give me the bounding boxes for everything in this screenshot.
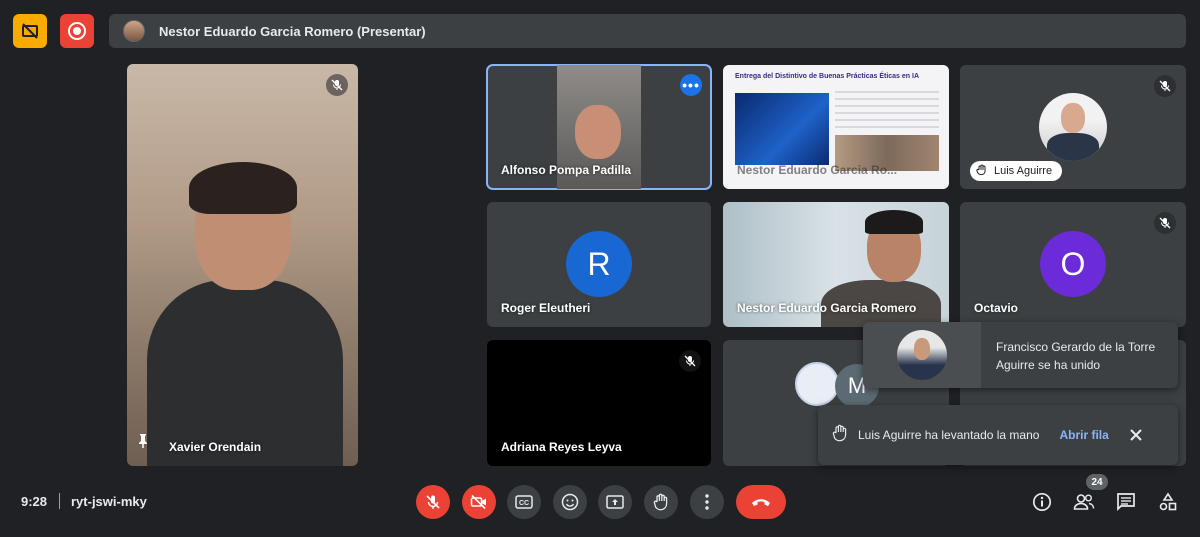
hand-raised-message: Luis Aguirre ha levantado la mano xyxy=(858,428,1040,442)
participant-tile-adriana[interactable]: Adriana Reyes Leyva xyxy=(487,340,711,466)
info-icon xyxy=(1032,492,1052,512)
join-notification: Francisco Gerardo de la Torre Aguirre se… xyxy=(863,322,1178,388)
mic-off-icon xyxy=(326,74,348,96)
closed-captions-icon: CC xyxy=(515,495,533,509)
participant-tile-nestor-camera[interactable]: Nestor Eduardo Garcia Romero xyxy=(723,202,949,327)
meeting-code: ryt-jswi-mky xyxy=(71,494,147,509)
participant-name: Roger Eleutheri xyxy=(501,301,591,315)
video-feed-hair xyxy=(865,210,923,234)
participant-tile-alfonso[interactable]: ••• Alfonso Pompa Padilla xyxy=(486,64,712,190)
avatar xyxy=(1039,93,1107,161)
more-options-button[interactable]: ••• xyxy=(680,74,702,96)
more-options-button[interactable] xyxy=(690,485,724,519)
meeting-details-button[interactable] xyxy=(1029,489,1055,515)
hand-raised-notification: Luis Aguirre ha levantado la mano Abrir … xyxy=(818,405,1178,465)
raise-hand-icon xyxy=(653,493,668,511)
joined-participant-photo xyxy=(863,322,981,388)
presentation-off-icon[interactable] xyxy=(13,14,47,48)
participants-button[interactable] xyxy=(1071,489,1097,515)
mic-toggle-button[interactable] xyxy=(416,485,450,519)
participant-name: Octavio xyxy=(974,301,1019,315)
raised-hand-chip[interactable]: Luis Aguirre xyxy=(970,161,1063,181)
participant-name: Adriana Reyes Leyva xyxy=(501,440,622,454)
mic-off-icon xyxy=(426,495,440,509)
activities-button[interactable] xyxy=(1155,489,1181,515)
chat-icon xyxy=(1117,493,1135,512)
join-message: Francisco Gerardo de la Torre Aguirre se… xyxy=(996,340,1156,372)
video-feed-hair xyxy=(189,162,297,214)
participant-name: Xavier Orendain xyxy=(169,440,262,454)
activities-icon xyxy=(1159,492,1177,511)
participant-tile-xavier[interactable]: Xavier Orendain xyxy=(127,64,358,466)
participant-tile-nestor-presentation[interactable]: Entrega del Distintivo de Buenas Práctic… xyxy=(723,65,949,189)
people-icon xyxy=(1073,494,1095,510)
participant-tile-octavio[interactable]: O Octavio xyxy=(960,202,1186,327)
participants-count-badge: 24 xyxy=(1086,474,1108,490)
emoji-icon xyxy=(561,493,579,511)
present-screen-button[interactable] xyxy=(598,485,632,519)
raise-hand-button[interactable] xyxy=(644,485,678,519)
divider xyxy=(59,493,60,509)
meet-window: Nestor Eduardo Garcia Romero (Presentar)… xyxy=(0,0,1200,537)
emoji-reactions-button[interactable] xyxy=(553,485,587,519)
participant-name: Nestor Eduardo Garcia Ro... xyxy=(737,163,898,177)
open-queue-link[interactable]: Abrir fila xyxy=(1059,428,1108,442)
participant-name: Nestor Eduardo Garcia Romero xyxy=(737,301,917,315)
slide-graphic xyxy=(735,93,829,165)
participant-name: Alfonso Pompa Padilla xyxy=(501,163,632,177)
mic-off-icon xyxy=(1154,212,1176,234)
participant-name: Luis Aguirre xyxy=(994,165,1053,177)
raised-hand-icon xyxy=(976,164,988,179)
slide-text-block xyxy=(835,91,939,131)
participant-tile-luis[interactable]: Luis Aguirre xyxy=(960,65,1186,189)
pin-icon[interactable] xyxy=(137,433,149,454)
captions-button[interactable]: CC xyxy=(507,485,541,519)
mic-off-icon xyxy=(679,350,701,372)
slide-title: Entrega del Distintivo de Buenas Práctic… xyxy=(735,73,920,80)
avatar: R xyxy=(566,231,632,297)
present-icon xyxy=(606,495,624,509)
avatar xyxy=(795,362,839,406)
avatar: O xyxy=(1040,231,1106,297)
recording-icon[interactable] xyxy=(60,14,94,48)
hang-up-icon xyxy=(752,499,770,506)
mic-off-icon xyxy=(1154,75,1176,97)
participant-tile-roger[interactable]: R Roger Eleutheri xyxy=(487,202,711,327)
camera-toggle-button[interactable] xyxy=(462,485,496,519)
presenter-banner[interactable]: Nestor Eduardo Garcia Romero (Presentar) xyxy=(109,14,1186,48)
svg-text:CC: CC xyxy=(519,500,529,507)
close-icon[interactable] xyxy=(1125,424,1147,446)
leave-call-button[interactable] xyxy=(736,485,786,519)
presenter-avatar xyxy=(123,20,145,42)
more-vert-icon xyxy=(705,494,709,510)
raised-hand-icon xyxy=(832,424,848,447)
presenter-label: Nestor Eduardo Garcia Romero (Presentar) xyxy=(159,23,426,39)
meeting-clock: 9:28 xyxy=(21,494,48,509)
chat-button[interactable] xyxy=(1113,489,1139,515)
camera-off-icon xyxy=(470,494,486,510)
video-feed xyxy=(147,280,343,466)
